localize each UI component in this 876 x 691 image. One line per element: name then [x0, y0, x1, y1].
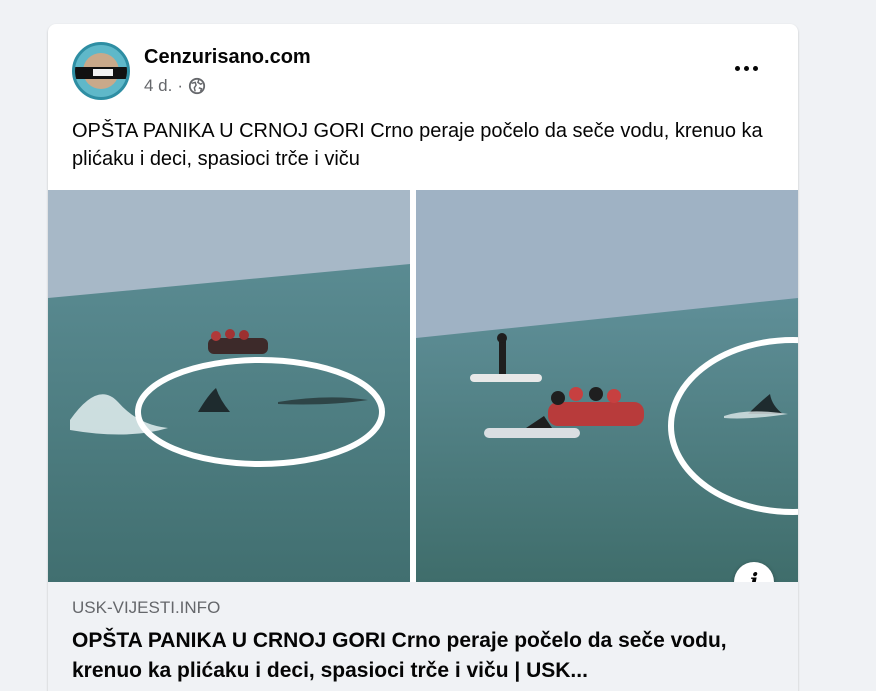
globe-icon	[188, 77, 206, 95]
post-image[interactable]	[48, 190, 798, 582]
link-preview[interactable]: USK-VIJESTI.INFO OPŠTA PANIKA U CRNOJ GO…	[48, 582, 798, 691]
post-meta: 4 d. ·	[144, 76, 206, 96]
link-title[interactable]: OPŠTA PANIKA U CRNOJ GORI Crno peraje po…	[72, 626, 772, 686]
meta-separator: ·	[177, 76, 184, 95]
post-text: OPŠTA PANIKA U CRNOJ GORI Crno peraje po…	[72, 120, 763, 170]
more-horizontal-icon[interactable]	[728, 54, 764, 82]
post-time[interactable]: 4 d.	[144, 76, 172, 96]
page-name-link[interactable]: Cenzurisano.com	[144, 46, 311, 69]
avatar[interactable]	[72, 42, 130, 100]
link-domain: USK-VIJESTI.INFO	[72, 598, 221, 617]
post-header: Cenzurisano.com 4 d. ·	[48, 24, 798, 104]
dolphin-photo-collage	[48, 190, 798, 582]
avatar-band	[75, 67, 127, 79]
post-card: Cenzurisano.com 4 d. · OPŠTA PANIKA U CR…	[48, 24, 798, 691]
